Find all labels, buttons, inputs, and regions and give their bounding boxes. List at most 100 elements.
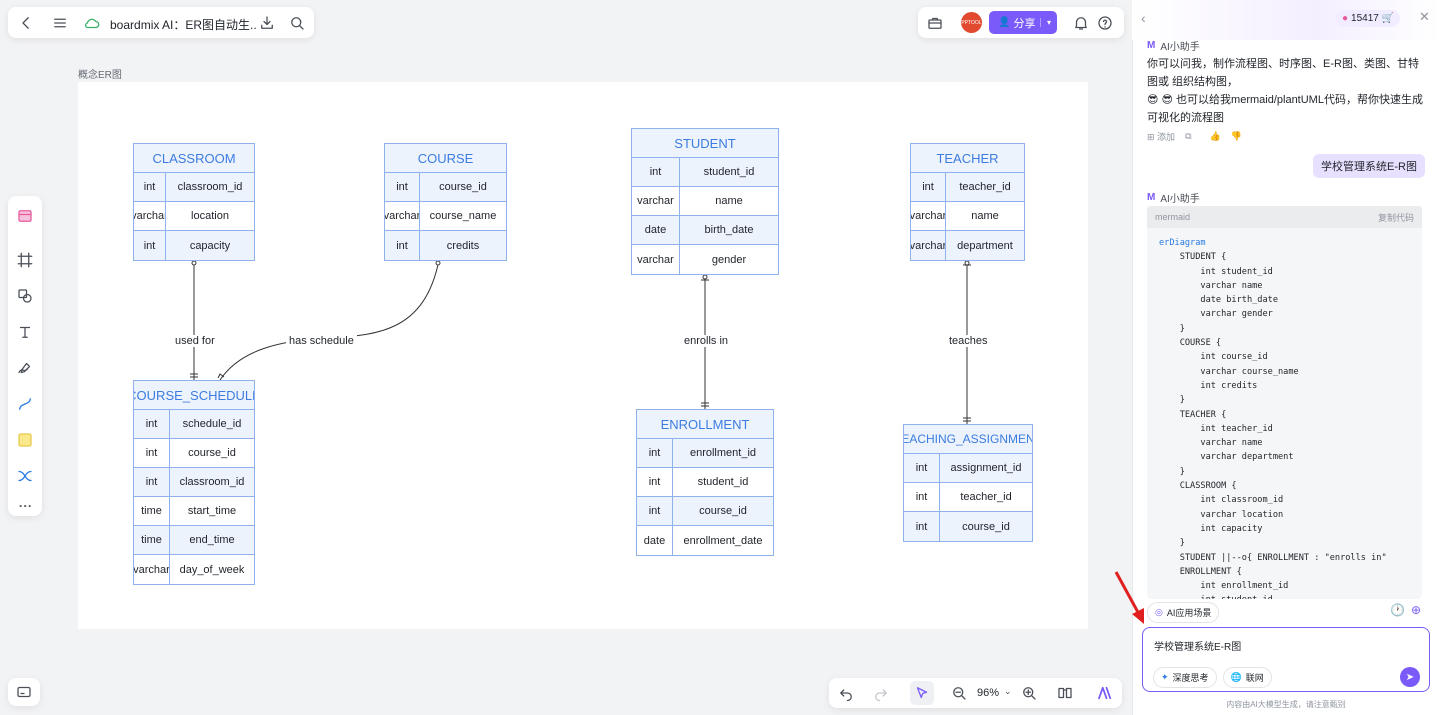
entity-student[interactable]: STUDENT int student_id varchar name date birt… xyxy=(631,128,779,275)
add-button[interactable]: ⊞ 添加 xyxy=(1147,130,1175,143)
entity-attribute-row: date birth_date xyxy=(632,216,778,245)
back-icon[interactable] xyxy=(14,11,38,35)
credits-badge[interactable]: ● 15417 🛒 xyxy=(1336,10,1401,27)
attribute-type: varchar xyxy=(134,555,170,584)
entity-course-schedule[interactable]: COURSE_SCHEDULE intschedule_idintcourse_… xyxy=(133,380,255,585)
entity-classroom[interactable]: CLASSROOM int classroom_idvarchar location… xyxy=(133,143,255,261)
attribute-type: varchar xyxy=(632,187,680,215)
code-line: varchar department xyxy=(1159,452,1294,463)
more-icon[interactable] xyxy=(13,494,37,518)
minimap-button[interactable] xyxy=(8,678,40,706)
code-line: int student_id xyxy=(1159,266,1273,277)
book-icon[interactable] xyxy=(1053,681,1077,705)
ai-logo-icon[interactable] xyxy=(1093,681,1117,705)
entity-teaching-assignment[interactable]: TEACHING_ASSIGNMENT intassignment_idintt… xyxy=(903,424,1033,542)
bell-icon[interactable] xyxy=(1069,11,1093,35)
pen-icon[interactable] xyxy=(13,356,37,380)
copy-code-button[interactable]: 复制代码 xyxy=(1378,211,1414,224)
attribute-type: time xyxy=(134,497,170,525)
history-icon[interactable]: 🕐 xyxy=(1390,603,1405,617)
thumbs-down-icon[interactable]: 👎 xyxy=(1231,131,1242,142)
code-line: int credits xyxy=(1159,380,1258,391)
zoom-level[interactable]: 96% xyxy=(977,687,999,699)
ai-scenarios-button[interactable]: ◎ AI应用场景 xyxy=(1147,602,1220,623)
entity-attribute-row: varchar gender xyxy=(632,245,778,274)
chevron-down-icon[interactable]: ▾ xyxy=(1039,18,1051,27)
send-button[interactable]: ➤ xyxy=(1400,667,1420,687)
attribute-type: int xyxy=(904,454,940,482)
entity-teacher[interactable]: TEACHER int teacher_id varchar name varchar d… xyxy=(910,143,1025,261)
entity-title: COURSE xyxy=(385,144,506,173)
attribute-name: end_time xyxy=(189,534,235,546)
copy-icon[interactable]: ⧉ xyxy=(1185,131,1191,142)
code-line: } xyxy=(1159,395,1185,406)
attribute-name: enrollment_id xyxy=(689,447,757,459)
code-line: int capacity xyxy=(1159,523,1263,534)
document-title[interactable]: boardmix AI：ER图自动生.. xyxy=(110,16,257,33)
chat-input[interactable]: 学校管理系统E-R图 xyxy=(1154,638,1241,653)
frame-icon[interactable] xyxy=(13,248,37,272)
zoom-dropdown-icon[interactable]: ⌄ xyxy=(1004,686,1012,697)
assistant-header: M AI小助手 xyxy=(1147,190,1200,205)
share-button[interactable]: 👤 分享 ▾ xyxy=(989,11,1057,34)
entity-attribute-row: int teacher_id xyxy=(911,173,1024,202)
relation-label-used-for[interactable]: used for xyxy=(172,335,218,347)
undo-icon[interactable] xyxy=(834,681,858,705)
entity-attribute-row: int student_id xyxy=(632,158,778,187)
redo-icon[interactable] xyxy=(869,681,893,705)
entity-attribute-row: date enrollment_date xyxy=(637,526,773,555)
select-pointer-icon[interactable] xyxy=(910,681,934,705)
sparkle-icon: ◎ xyxy=(1155,607,1163,617)
relation-label-teaches[interactable]: teaches xyxy=(946,335,991,347)
zoom-in-icon[interactable] xyxy=(1017,681,1041,705)
relation-label-has-schedule[interactable]: has schedule xyxy=(286,335,357,347)
entity-course[interactable]: COURSE int course_id varchar course_name int… xyxy=(384,143,507,261)
code-line: STUDENT { xyxy=(1159,252,1227,263)
frame-label[interactable]: 概念ER图 xyxy=(78,66,122,81)
thumbs-up-icon[interactable]: 👍 xyxy=(1210,131,1221,142)
attribute-type: int xyxy=(385,173,420,201)
deep-think-toggle[interactable]: ✦ 深度思考 xyxy=(1153,667,1217,688)
code-content[interactable]: erDiagram STUDENT { int student_id varch… xyxy=(1147,228,1422,599)
search-icon[interactable] xyxy=(285,11,309,35)
close-icon[interactable]: ✕ xyxy=(1419,9,1430,25)
attribute-type: varchar xyxy=(911,202,946,230)
new-chat-icon[interactable]: ⊕ xyxy=(1411,603,1421,617)
cart-icon: 🛒 xyxy=(1381,13,1395,24)
top-right-toolbar: PPTOOL 👤 分享 ▾ xyxy=(918,7,1124,38)
attribute-type: time xyxy=(134,526,170,554)
entity-attribute-row: varchar department xyxy=(911,231,1024,260)
code-line: int teacher_id xyxy=(1159,423,1273,434)
entity-enrollment[interactable]: ENROLLMENT int enrollment_id int student_id… xyxy=(636,409,774,556)
entity-attribute-row: varchar name xyxy=(632,187,778,216)
web-search-toggle[interactable]: 🌐 联网 xyxy=(1222,667,1272,688)
template-icon[interactable] xyxy=(13,204,37,228)
code-language: mermaid xyxy=(1155,212,1191,222)
code-line: varchar gender xyxy=(1159,309,1273,320)
zoom-out-icon[interactable] xyxy=(947,681,971,705)
chat-input-box[interactable]: 学校管理系统E-R图 ✦ 深度思考 🌐 联网 ➤ xyxy=(1142,627,1430,692)
entity-title: CLASSROOM xyxy=(134,144,254,173)
attribute-name: classroom_id xyxy=(177,181,243,193)
attribute-name: classroom_id xyxy=(179,476,245,488)
code-line: int course_id xyxy=(1159,352,1268,363)
code-line: int student_id xyxy=(1159,595,1272,599)
attribute-type: varchar xyxy=(385,202,420,230)
help-icon[interactable] xyxy=(1093,11,1117,35)
mind-map-icon[interactable] xyxy=(13,464,37,488)
attribute-name: course_id xyxy=(439,181,487,193)
sticky-note-icon[interactable] xyxy=(13,428,37,452)
menu-icon[interactable] xyxy=(48,11,72,35)
entity-attribute-row: time end_time xyxy=(134,526,254,555)
relation-label-enrolls-in[interactable]: enrolls in xyxy=(681,335,732,347)
shape-icon[interactable] xyxy=(13,284,37,308)
attribute-type: int xyxy=(134,468,170,496)
collapse-icon[interactable]: ‹ xyxy=(1141,10,1146,26)
entity-attribute-row: int student_id xyxy=(637,468,773,497)
download-icon[interactable] xyxy=(255,11,279,35)
connector-icon[interactable] xyxy=(13,392,37,416)
avatar[interactable]: PPTOOL xyxy=(961,12,982,33)
bottom-toolbar: 96% ⌄ xyxy=(829,678,1122,708)
gift-box-icon[interactable] xyxy=(923,11,947,35)
text-icon[interactable] xyxy=(13,320,37,344)
